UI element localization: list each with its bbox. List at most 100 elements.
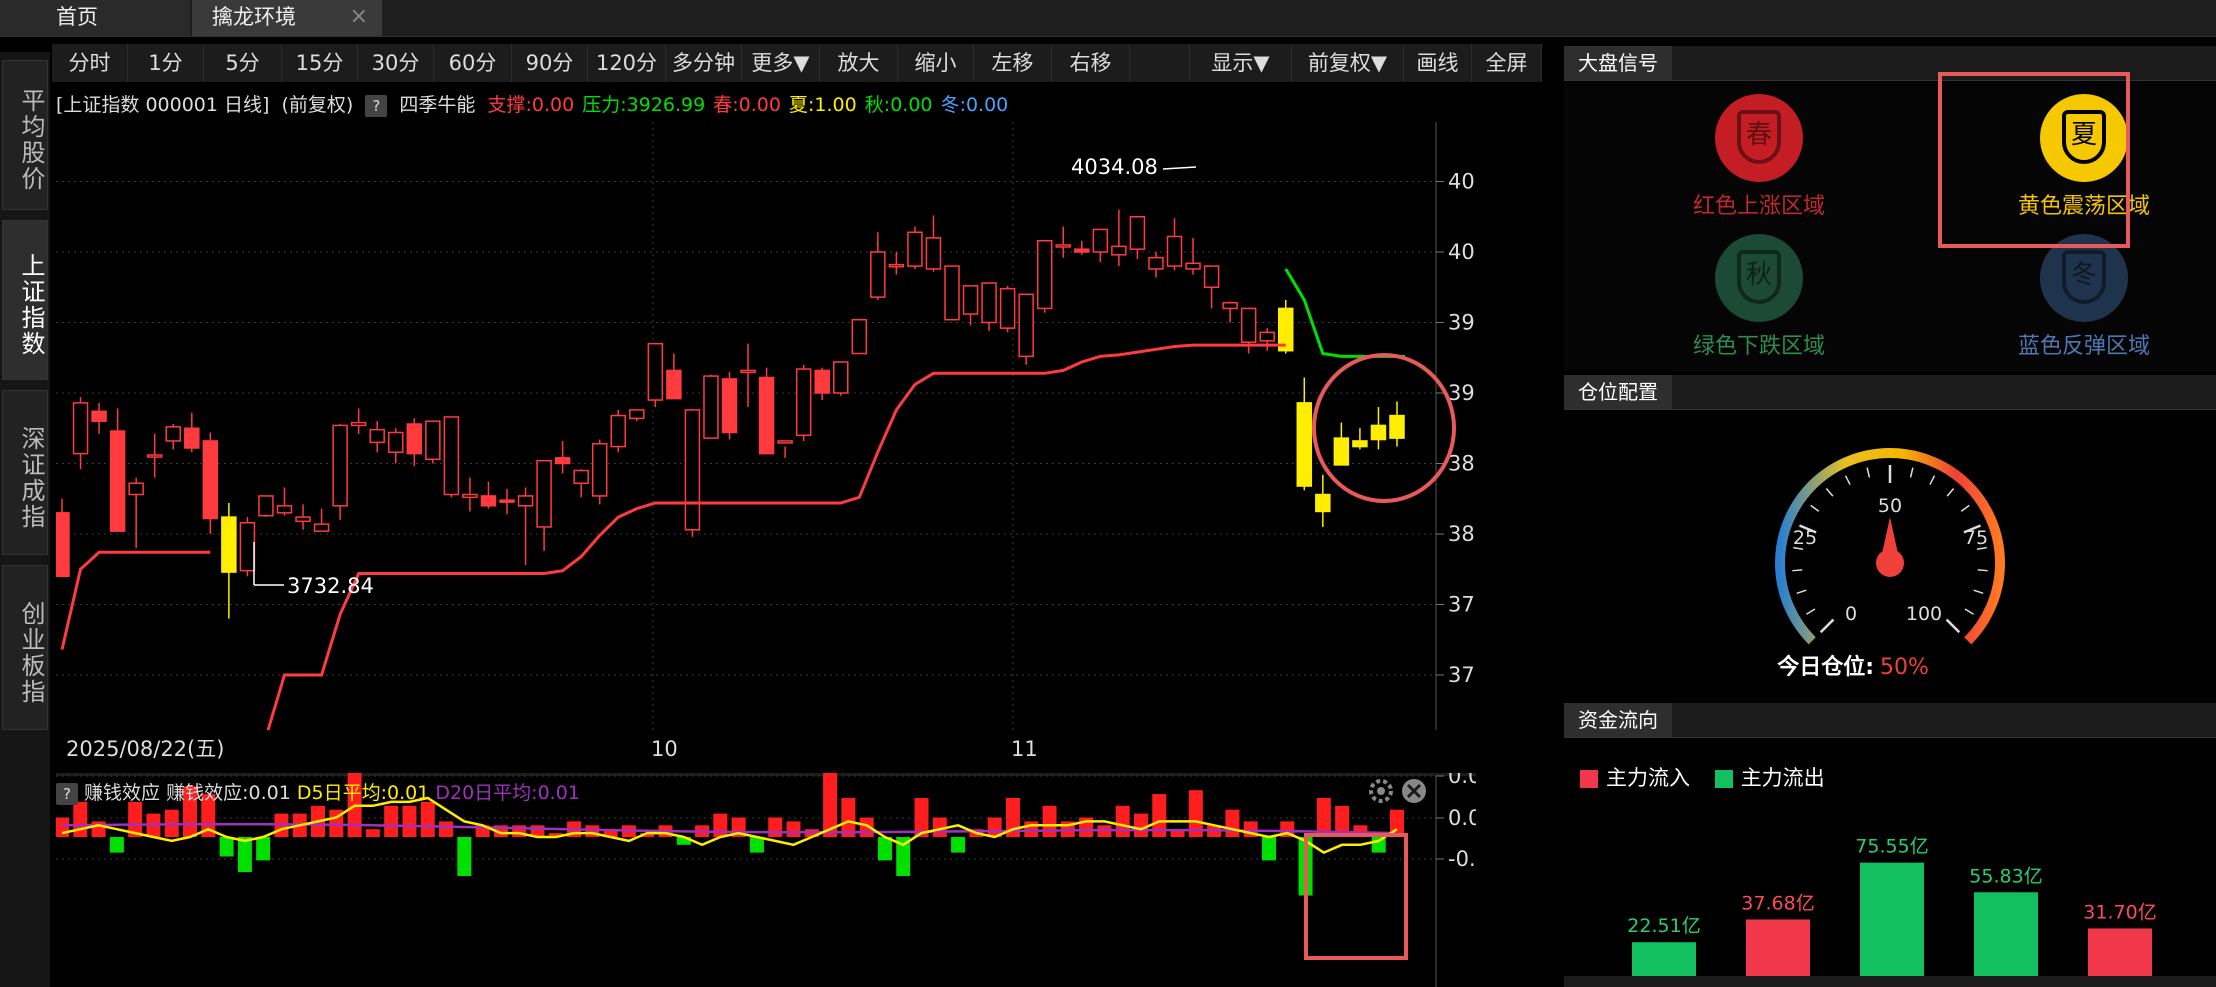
candle-body (814, 369, 830, 394)
profit-effect-chart[interactable]: 0.04 0.01 -0.01 (56, 773, 1476, 987)
kline-chart[interactable]: 4050.0 4000.0 3950.0 3900.0 3850.0 3800.0 3750… (56, 122, 1476, 730)
candle-body (536, 459, 552, 528)
candle-body (313, 523, 330, 532)
candle-body (721, 378, 738, 434)
candle-body (56, 512, 70, 578)
candle-body (239, 521, 256, 572)
close-indicator-icon[interactable] (1402, 779, 1426, 803)
position-gauge: 50 25 75 0 100 今日仓位: 50% (1775, 448, 2005, 680)
fund-bar-label: 22.51亿 (1627, 915, 1700, 937)
settings-icon[interactable] (1369, 779, 1393, 803)
candle-body (758, 376, 775, 455)
tab-home[interactable]: 首页 (0, 0, 190, 36)
gauge-tick-100: 100 (1906, 603, 1942, 625)
price-tick-label: 4000.0 (1448, 240, 1476, 264)
indicator-bar (877, 837, 892, 861)
indicator-bar (749, 837, 764, 853)
candle-body (907, 231, 923, 267)
signal-spring[interactable]: 春 红色上涨区域 (1654, 94, 1864, 220)
btn-fq[interactable]: 前复权▼ (1292, 44, 1404, 82)
candle-body (962, 285, 979, 315)
nav-avg-price[interactable]: 平均股价 (2, 60, 48, 210)
gauge-tick-0: 0 (1845, 603, 1857, 625)
indicator-bar (457, 837, 472, 876)
candle-body (443, 416, 460, 496)
candle-body (1036, 239, 1053, 310)
gauge-tick (1844, 475, 1851, 485)
candle-body (276, 505, 293, 514)
date-label: 2025/08/22(五) (66, 737, 225, 761)
nav-shenzhen-index[interactable]: 深证成指 (2, 390, 48, 555)
gauge-tick (1810, 504, 1820, 512)
toolbar-spacer (1130, 44, 1190, 82)
candle-body (833, 361, 849, 394)
candle-body (332, 424, 348, 507)
btn-1min[interactable]: 1分 (128, 44, 204, 82)
indicator-bar (1371, 837, 1386, 853)
gauge-tick (1929, 475, 1936, 485)
candle-body (91, 410, 107, 422)
nav-chinext-index[interactable]: 创业板指 (2, 565, 48, 730)
btn-60min[interactable]: 60分 (434, 44, 512, 82)
indicator-value: 赚钱效应:0.01 (166, 782, 291, 804)
candle-body (1203, 265, 1220, 289)
date-axis: 2025/08/22(五) 10 11 (52, 734, 1472, 764)
gauge-hub (1876, 549, 1904, 577)
gauge-tick-50: 50 (1878, 495, 1902, 517)
indicator-bar (402, 805, 417, 837)
close-icon[interactable]: × (350, 0, 368, 34)
btn-30min[interactable]: 30分 (358, 44, 434, 82)
fund-bar (1974, 892, 2038, 976)
indicator-bar (1133, 813, 1148, 837)
signals-panel: 春 红色上涨区域 夏 黄色震荡区域 秋 绿色下跌区域 冬 蓝色反弹区域 (1564, 72, 2216, 372)
signal-winter[interactable]: 冬 蓝色反弹区域 (1979, 234, 2189, 360)
candle-body (851, 318, 868, 355)
candle-body (573, 469, 589, 484)
gauge-tick (1825, 487, 1834, 497)
gauge-tick (1819, 618, 1835, 634)
indicator-bar (1042, 805, 1057, 837)
gauge-tick (1960, 504, 1970, 512)
candle-body (369, 428, 385, 444)
nav-shanghai-index[interactable]: 上证指数 (2, 220, 48, 380)
candle-body (350, 421, 367, 427)
indicator-bar (951, 837, 966, 853)
fund-bar-label: 37.68亿 (1741, 892, 1814, 914)
btn-multi-min[interactable]: 多分钟 (666, 44, 742, 82)
price-tick-label: 3900.0 (1448, 381, 1476, 405)
btn-zoom-out[interactable]: 缩小 (898, 44, 974, 82)
fund-bar (2088, 928, 2152, 976)
tab-env[interactable]: 擒龙环境 × (192, 0, 382, 36)
btn-5min[interactable]: 5分 (204, 44, 282, 82)
candle-body (1074, 248, 1090, 253)
help-icon[interactable]: ? (365, 95, 388, 117)
candle-body (1055, 244, 1071, 248)
btn-draw[interactable]: 画线 (1404, 44, 1472, 82)
btn-move-right[interactable]: 右移 (1052, 44, 1130, 82)
btn-15min[interactable]: 15分 (282, 44, 358, 82)
low-label: 3732.84 (287, 574, 374, 598)
indicator-help-icon[interactable]: ? (56, 783, 78, 805)
btn-zoom-in[interactable]: 放大 (820, 44, 898, 82)
indicator-bar (384, 805, 399, 837)
fund-title-text: 资金流向 (1564, 703, 1672, 737)
candle-body (944, 265, 960, 321)
btn-move-left[interactable]: 左移 (974, 44, 1052, 82)
btn-fullscreen[interactable]: 全屏 (1472, 44, 1542, 82)
position-value: 50% (1880, 655, 1929, 680)
candle-body (72, 402, 89, 455)
btn-display[interactable]: 显示▼ (1190, 44, 1292, 82)
gauge-tick-25: 25 (1793, 527, 1817, 549)
signal-autumn[interactable]: 秋 绿色下跌区域 (1654, 234, 1864, 360)
btn-timeshare[interactable]: 分时 (52, 44, 128, 82)
position-title: 仓位配置 (1564, 375, 2216, 410)
candle-body (666, 369, 682, 400)
candle-body (888, 263, 905, 268)
candle-body (591, 443, 608, 497)
btn-more[interactable]: 更多▼ (742, 44, 820, 82)
candle-body (1370, 424, 1387, 441)
candle-body (295, 516, 311, 523)
btn-120min[interactable]: 120分 (588, 44, 666, 82)
winter-value: 冬:0.00 (940, 94, 1009, 116)
btn-90min[interactable]: 90分 (512, 44, 588, 82)
